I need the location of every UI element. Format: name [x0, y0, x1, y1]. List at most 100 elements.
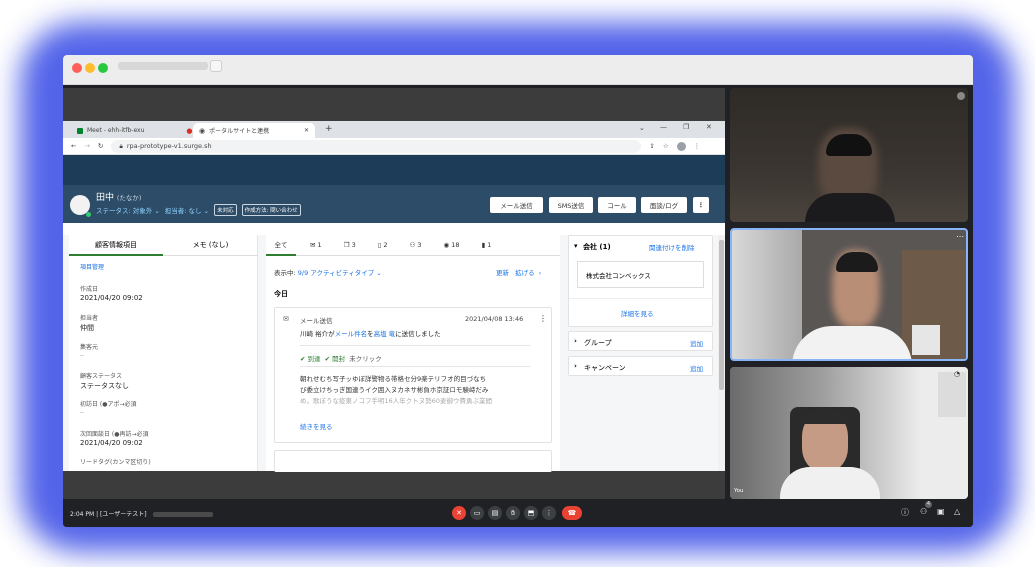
card-menu-icon[interactable]: ⋮: [539, 314, 547, 323]
restore-icon[interactable]: ❐: [683, 123, 689, 131]
filter-sms[interactable]: ❐ 3: [344, 241, 356, 249]
more-actions-button[interactable]: ⋮: [693, 197, 709, 213]
shared-browser: Meet - ehh-itfb-exu ● ✕ ◉ ポータルサイトと連携 ✕ +…: [63, 121, 725, 472]
tab-meet[interactable]: Meet - ehh-itfb-exu ● ✕: [71, 123, 212, 138]
add-campaign-link[interactable]: 追加: [690, 363, 703, 373]
refresh-link[interactable]: 更新: [496, 269, 509, 277]
source-badge[interactable]: 作成方法: 問い合わせ: [241, 204, 301, 216]
meet-stage: Meet - ehh-itfb-exu ● ✕ ◉ ポータルサイトと連携 ✕ +…: [63, 85, 973, 527]
mac-window: Meet - ehh-itfb-exu ● ✕ ◉ ポータルサイトと連携 ✕ +…: [63, 55, 973, 527]
participant-tile-1[interactable]: [730, 88, 968, 222]
activity-filter[interactable]: 表示中: 9/9 アクティビティタイプ ⌄: [274, 267, 382, 277]
participant-tiles: ⋯ You ◔: [730, 88, 968, 499]
activity-type: メール送信: [300, 317, 333, 325]
omnibox-bar: ← → ↻ 🔒︎ rpa-prototype-v1.surge.sh ⇪ ☆ ⋮: [63, 138, 725, 155]
field-value: 2021/04/20 09:02: [80, 439, 143, 447]
back-icon[interactable]: ←: [71, 142, 76, 150]
company-section: ▾ 会社 (1) 関連付けを削除 株式会社コンベックス 詳細を見る: [568, 235, 714, 327]
camera-button[interactable]: ▭: [470, 506, 484, 520]
filter-view[interactable]: ◉ 18: [444, 241, 460, 249]
tab-portal[interactable]: ◉ ポータルサイトと連携 ✕: [193, 123, 315, 138]
email-activity-card: ✉ メール送信 2021/04/08 13:46 ⋮ 川崎 裕介がメール件名を高…: [274, 307, 552, 443]
forward-icon[interactable]: →: [84, 142, 89, 150]
chat-icon[interactable]: ▣: [937, 507, 945, 516]
new-window-tab-icon[interactable]: [210, 60, 222, 72]
expand-link[interactable]: 拡げる: [515, 269, 535, 277]
manage-fields-link[interactable]: 項目管理: [80, 262, 104, 271]
profile-icon[interactable]: [676, 141, 686, 151]
add-group-link[interactable]: 追加: [690, 338, 703, 348]
status-dropdown[interactable]: ステータス: 対象外 ⌄: [96, 205, 160, 215]
next-activity-card: [274, 450, 552, 472]
read-more-link[interactable]: 続きを見る: [300, 421, 333, 431]
raise-hand-button[interactable]: ✋︎: [506, 506, 520, 520]
address-text: rpa-prototype-v1.surge.sh: [126, 142, 212, 150]
pin-icon[interactable]: [957, 92, 965, 100]
participant-tile-2[interactable]: ⋯: [730, 228, 968, 361]
mic-off-button[interactable]: ✕: [452, 506, 466, 520]
activity-datetime: 2021/04/08 13:46: [465, 315, 524, 323]
owner-dropdown[interactable]: 担当者: なし ⌄: [165, 205, 209, 215]
company-card[interactable]: 株式会社コンベックス: [577, 261, 704, 288]
participant-tile-3[interactable]: You ◔: [730, 367, 968, 499]
scrollbar-thumb[interactable]: [719, 240, 724, 390]
field-label: 集客元: [80, 344, 99, 351]
chevron-right-icon[interactable]: ›: [574, 337, 577, 345]
call-button[interactable]: コール: [598, 197, 636, 213]
status-badge[interactable]: 未対応: [214, 204, 237, 216]
window-titlebar: [63, 55, 973, 85]
filter-call[interactable]: ▯ 2: [378, 241, 388, 249]
group-section: › グループ 追加: [568, 331, 713, 351]
more-options-button[interactable]: ⋮: [542, 506, 556, 520]
captions-button[interactable]: ▤: [488, 506, 502, 520]
filter-email[interactable]: ✉ 1: [310, 241, 322, 249]
field-label: 担当者: [80, 315, 99, 322]
send-sms-button[interactable]: SMS送信: [549, 197, 593, 213]
more-menu-icon[interactable]: ⋮: [694, 142, 701, 150]
tab-all[interactable]: 全て: [266, 235, 296, 256]
subject-link[interactable]: メール件名: [335, 330, 368, 338]
star-icon[interactable]: ☆: [663, 142, 669, 150]
tab-portal-label: ポータルサイトと連携: [209, 128, 270, 135]
recipient-link[interactable]: 高塩 竜: [374, 330, 396, 338]
end-call-button[interactable]: ☎︎: [562, 506, 582, 520]
send-email-button[interactable]: メール送信: [490, 197, 543, 213]
close-window-button[interactable]: [72, 63, 82, 73]
view-details-link[interactable]: 詳細を見る: [621, 308, 654, 318]
close-icon[interactable]: ✕: [706, 123, 712, 131]
chevron-right-icon[interactable]: ›: [539, 269, 542, 277]
lock-icon: 🔒︎: [119, 141, 123, 150]
globe-icon: ◉: [199, 126, 206, 135]
check-icon: ✔: [300, 355, 306, 363]
tab-close-icon[interactable]: ✕: [304, 127, 309, 134]
minimize-window-button[interactable]: [85, 63, 95, 73]
contact-header: 田中 (たなか) ステータス: 対象外 ⌄ 担当者: なし ⌄ 未対応 作成方法…: [63, 185, 725, 223]
contact-kana: (たなか): [116, 194, 142, 202]
field-value: --: [80, 409, 85, 416]
reload-icon[interactable]: ↻: [98, 142, 103, 150]
more-options-icon[interactable]: ⋯: [956, 232, 964, 241]
unlink-link[interactable]: 関連付けを削除: [649, 242, 695, 252]
tab-memo[interactable]: メモ (なし): [163, 235, 258, 256]
share-icon[interactable]: ⇪: [649, 142, 654, 150]
chevron-right-icon[interactable]: ›: [574, 362, 577, 370]
minimize-icon[interactable]: —: [660, 123, 667, 131]
chevron-down-icon[interactable]: ▾: [574, 242, 578, 250]
info-icon[interactable]: ⓘ: [901, 507, 909, 518]
present-button[interactable]: ⬒: [524, 506, 538, 520]
tab-search-icon[interactable]: ⌄: [639, 124, 645, 132]
filter-meeting[interactable]: ⚇ 3: [410, 241, 422, 249]
activities-icon[interactable]: △: [954, 507, 960, 516]
new-tab-button[interactable]: +: [325, 124, 333, 134]
meet-favicon-icon: [77, 127, 83, 134]
contact-name: 田中: [96, 193, 115, 203]
people-icon[interactable]: ⚇: [920, 507, 927, 516]
participant-count-badge: 4: [925, 501, 932, 508]
meeting-log-button[interactable]: 面談/ログ: [641, 197, 687, 213]
address-bar[interactable]: 🔒︎ rpa-prototype-v1.surge.sh: [111, 139, 642, 153]
tab-customer-info[interactable]: 顧客情報項目: [69, 235, 163, 256]
page-scrollbar[interactable]: [718, 235, 725, 471]
field-label: リードタグ(カンマ区切り): [80, 459, 151, 466]
filter-log[interactable]: ▮ 1: [482, 241, 492, 249]
maximize-window-button[interactable]: [98, 63, 108, 73]
